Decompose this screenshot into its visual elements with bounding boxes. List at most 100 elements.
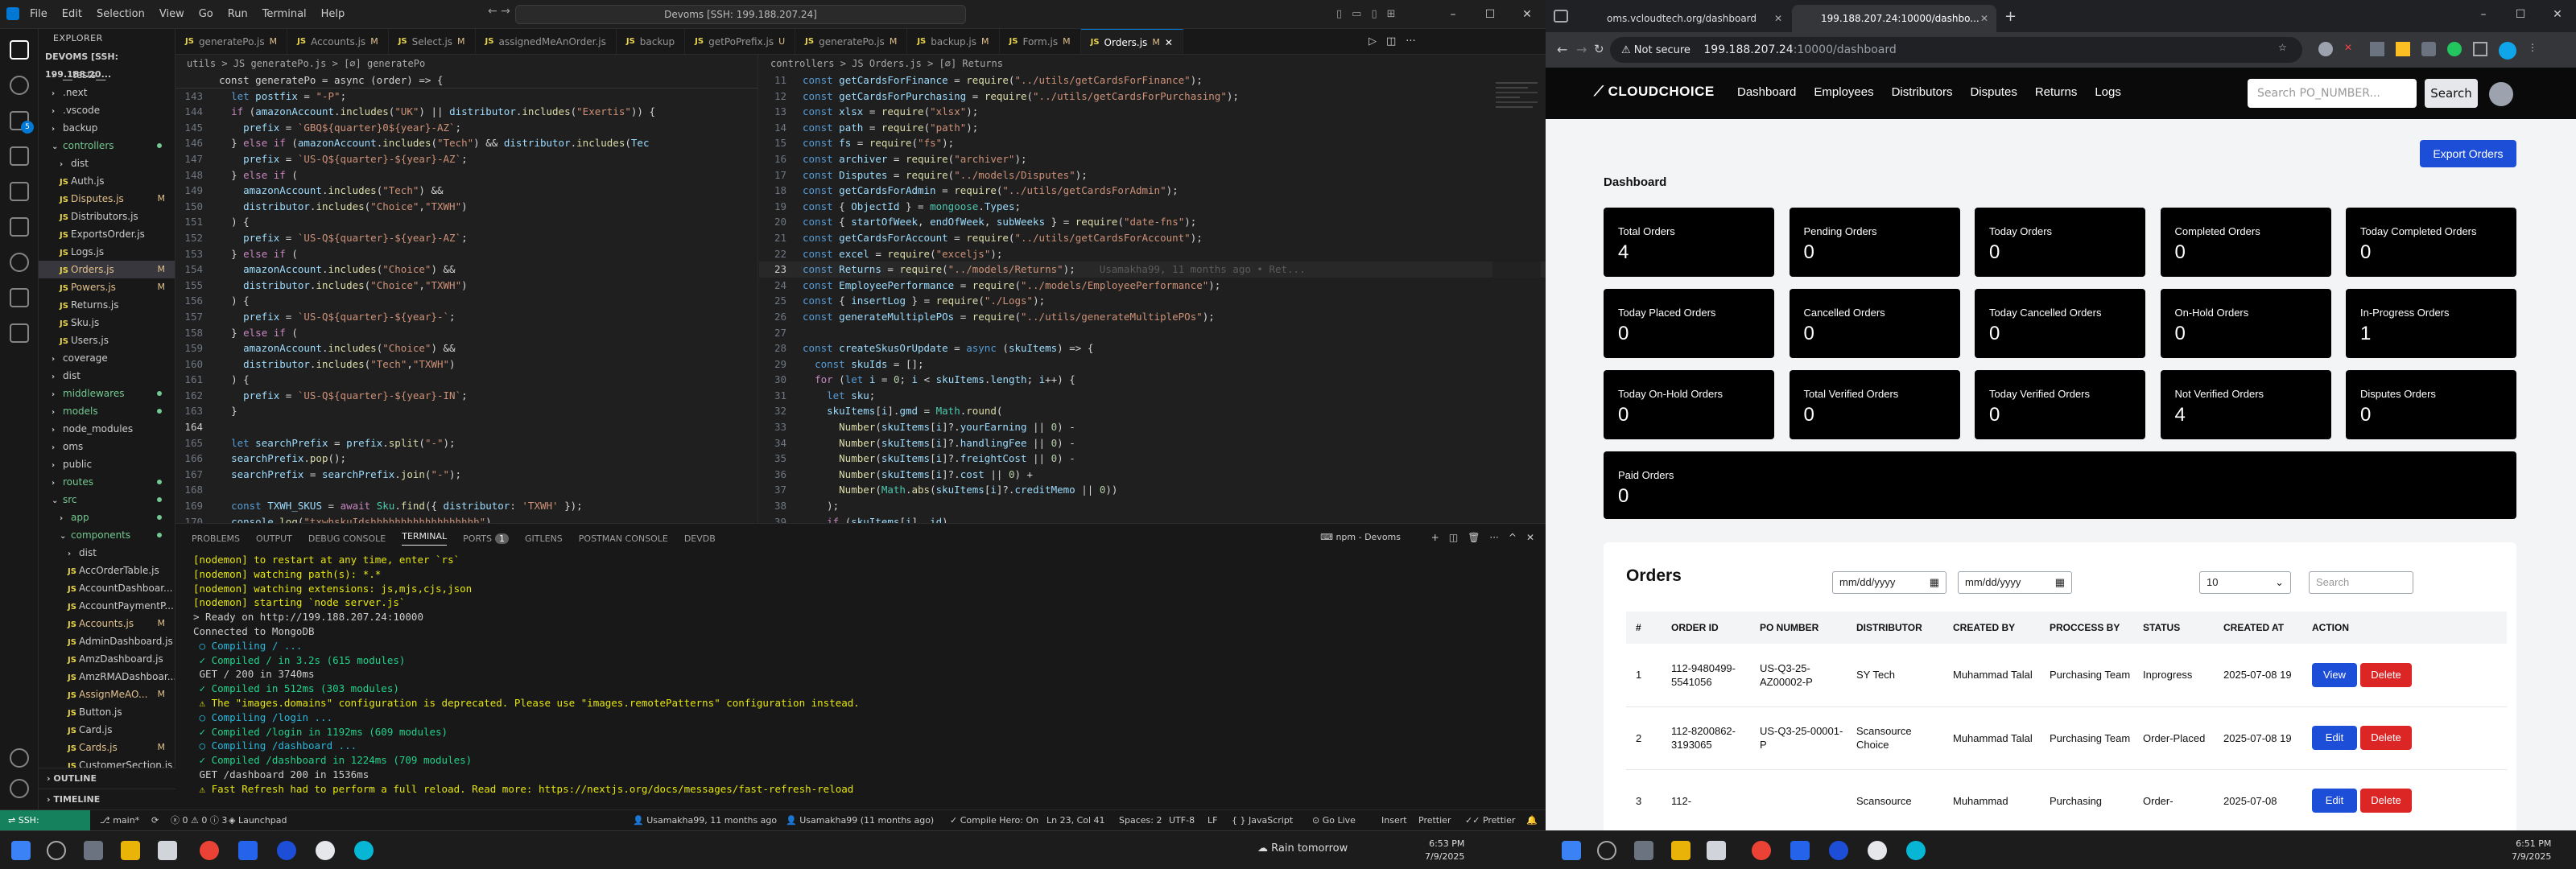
stat-card[interactable]: Today Verified Orders 0 bbox=[1975, 370, 2145, 439]
file-item[interactable]: JS AssignMeAO... M bbox=[39, 686, 175, 703]
folder-item[interactable]: › __tests__ bbox=[39, 66, 175, 84]
delete-button[interactable]: Delete bbox=[2360, 726, 2412, 750]
file-item[interactable]: JS Cards.js M bbox=[39, 739, 175, 756]
windows-start-icon[interactable] bbox=[11, 841, 31, 860]
weather-widget[interactable]: ☁ Rain tomorrow bbox=[1257, 842, 1348, 855]
insert-mode[interactable]: Insert bbox=[1381, 810, 1407, 831]
search-icon[interactable] bbox=[1597, 841, 1616, 860]
encoding[interactable]: UTF-8 bbox=[1169, 810, 1195, 831]
nav-employees[interactable]: Employees bbox=[1814, 85, 1873, 99]
maximize-icon[interactable]: ☐ bbox=[1472, 0, 1509, 29]
stat-card[interactable]: Paid Orders 0 bbox=[1604, 451, 2516, 519]
menu-file[interactable]: File bbox=[23, 0, 55, 29]
stat-card[interactable]: Today Completed Orders 0 bbox=[2346, 208, 2516, 277]
folder-item[interactable]: › .vscode bbox=[39, 101, 175, 119]
file-item[interactable]: JS AdminDashboard.js bbox=[39, 632, 175, 650]
reload-icon[interactable]: ↻ bbox=[1594, 42, 1604, 56]
run-debug-icon[interactable] bbox=[10, 146, 29, 166]
workspace-root[interactable]: DEVOMS [SSH: 199.188.20... bbox=[39, 48, 175, 80]
remote-explorer-icon[interactable] bbox=[10, 217, 29, 237]
view-button[interactable]: View bbox=[2312, 662, 2357, 687]
search-button[interactable]: Search bbox=[2425, 79, 2478, 108]
file-item[interactable]: JS Logs.js bbox=[39, 243, 175, 261]
search-icon[interactable] bbox=[47, 841, 66, 860]
file-item[interactable]: JS ExportsOrder.js bbox=[39, 225, 175, 243]
file-item[interactable]: JS Sku.js bbox=[39, 314, 175, 332]
close-tab-icon[interactable]: ✕ bbox=[1980, 5, 1988, 32]
customize-layout-icon[interactable]: ⊞ bbox=[1387, 8, 1396, 20]
file-item[interactable]: JS Distributors.js bbox=[39, 208, 175, 225]
app-icon-2[interactable] bbox=[1906, 841, 1926, 860]
delete-button[interactable]: Delete bbox=[2360, 662, 2412, 687]
blame-status[interactable]: 👤 Usamakha99, 11 months ago bbox=[633, 810, 777, 831]
language-mode[interactable]: { } JavaScript bbox=[1232, 810, 1293, 831]
close-icon[interactable]: ✕ bbox=[1509, 0, 1546, 29]
panel-tab-debug-console[interactable]: DEBUG CONSOLE bbox=[308, 533, 386, 544]
left-breadcrumb[interactable]: utils > JS generatePo.js > [∅] generateP… bbox=[175, 55, 758, 72]
profile-avatar[interactable] bbox=[2499, 42, 2516, 60]
stat-card[interactable]: Disputes Orders 0 bbox=[2346, 370, 2516, 439]
menu-help[interactable]: Help bbox=[314, 0, 353, 29]
calendar-icon[interactable]: ▦ bbox=[1930, 572, 1939, 593]
folder-item[interactable]: › app bbox=[39, 509, 175, 526]
start-date-input[interactable]: mm/dd/yyyy ▦ bbox=[1832, 571, 1946, 594]
database-icon[interactable] bbox=[10, 323, 29, 343]
menu-view[interactable]: View bbox=[152, 0, 192, 29]
more-actions-icon[interactable]: ··· bbox=[1406, 35, 1415, 47]
file-item[interactable]: JS Accounts.js M bbox=[39, 615, 175, 632]
folder-item[interactable]: › dist bbox=[39, 544, 175, 562]
folder-item[interactable]: › middlewares bbox=[39, 385, 175, 402]
folder-item[interactable]: › coverage bbox=[39, 349, 175, 367]
user-avatar[interactable] bbox=[2489, 82, 2513, 106]
store-icon[interactable] bbox=[1707, 841, 1726, 860]
end-date-input[interactable]: mm/dd/yyyy ▦ bbox=[1958, 571, 2072, 594]
nav-distributors[interactable]: Distributors bbox=[1892, 85, 1953, 99]
chrome-icon[interactable] bbox=[200, 841, 219, 860]
stat-card[interactable]: Total Orders 4 bbox=[1604, 208, 1774, 277]
problems-status[interactable]: ⓧ 0 ⚠ 0 ⓘ 3 bbox=[171, 810, 227, 831]
close-panel-icon[interactable]: ✕ bbox=[1526, 532, 1534, 543]
editor-tab[interactable]: JS assignedMeAnOrder.js bbox=[476, 29, 617, 54]
nav-dashboard[interactable]: Dashboard bbox=[1737, 85, 1796, 99]
editor-tab[interactable]: JS generatePo.js M bbox=[175, 29, 288, 54]
back-icon[interactable]: ← bbox=[1557, 42, 1567, 57]
panel-tab-devdb[interactable]: DEVDB bbox=[684, 533, 716, 544]
terminal-output[interactable]: [nodemon] to restart at any time, enter … bbox=[175, 553, 1546, 797]
chrome-menu-icon[interactable]: ⋮ bbox=[2528, 42, 2537, 60]
minimap[interactable] bbox=[1492, 79, 1541, 481]
editor-tab[interactable]: JS Accounts.js M bbox=[287, 29, 389, 54]
app-icon[interactable] bbox=[1868, 841, 1887, 860]
minimize-icon[interactable]: – bbox=[1435, 0, 1472, 29]
menu-edit[interactable]: Edit bbox=[55, 0, 89, 29]
file-item[interactable]: JS AmzDashboard.js bbox=[39, 650, 175, 668]
edit-button[interactable]: Edit bbox=[2312, 726, 2357, 750]
file-item[interactable]: JS AccOrderTable.js bbox=[39, 562, 175, 579]
stat-card[interactable]: In-Progress Orders 1 bbox=[2346, 289, 2516, 358]
not-secure-icon[interactable]: ⚠ bbox=[1621, 44, 1634, 56]
remote-indicator[interactable]: ⇌ SSH: 199.188.207.24 bbox=[0, 810, 90, 846]
page-size-select[interactable]: 10 ⌄ bbox=[2199, 571, 2291, 594]
orders-search-input[interactable]: Search bbox=[2309, 571, 2413, 594]
gitlens-icon[interactable] bbox=[10, 253, 29, 272]
explorer-icon[interactable] bbox=[10, 40, 29, 60]
prettier-status[interactable]: Prettier bbox=[1418, 810, 1451, 831]
stat-card[interactable]: On-Hold Orders 0 bbox=[2160, 289, 2331, 358]
nav-returns[interactable]: Returns bbox=[2035, 85, 2078, 99]
blame-status-right[interactable]: 👤 Usamakha99 (11 months ago) bbox=[786, 810, 934, 831]
folder-item[interactable]: › dist bbox=[39, 367, 175, 385]
file-item[interactable]: JS Card.js bbox=[39, 721, 175, 739]
cursor-position[interactable]: Ln 23, Col 41 bbox=[1046, 810, 1105, 831]
extensions-puzzle-icon[interactable] bbox=[2473, 42, 2487, 56]
extension-icon[interactable] bbox=[2447, 42, 2462, 56]
folder-item[interactable]: › models bbox=[39, 402, 175, 420]
task-view-icon[interactable] bbox=[1634, 841, 1653, 860]
close-tab-icon[interactable]: ✕ bbox=[1165, 30, 1173, 55]
windows-start-icon[interactable] bbox=[1562, 841, 1581, 860]
nav-disputes[interactable]: Disputes bbox=[1970, 85, 2017, 99]
new-tab-icon[interactable]: + bbox=[2004, 8, 2017, 25]
file-item[interactable]: JS Returns.js bbox=[39, 296, 175, 314]
po-search-input[interactable]: Search PO_NUMBER... bbox=[2248, 79, 2417, 108]
stat-card[interactable]: Total Verified Orders 0 bbox=[1789, 370, 1960, 439]
file-explorer-icon[interactable] bbox=[1671, 841, 1690, 860]
more-actions-icon[interactable]: ··· bbox=[1489, 532, 1498, 543]
